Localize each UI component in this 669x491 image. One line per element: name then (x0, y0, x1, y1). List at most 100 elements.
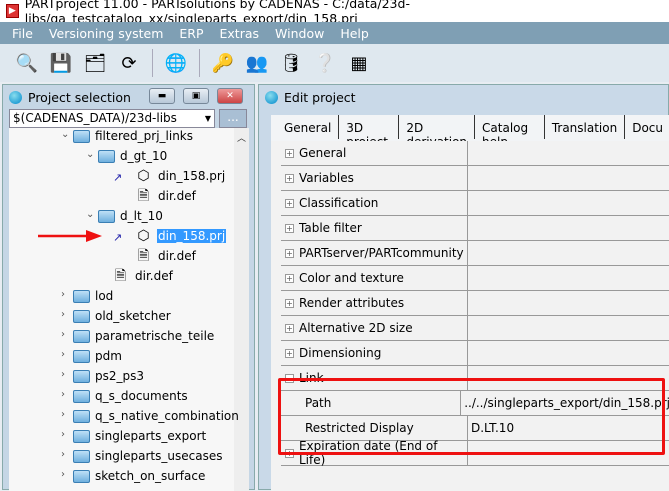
save-icon[interactable]: 💾 (48, 50, 74, 76)
red-arrow-annotation (38, 230, 102, 242)
property-row[interactable]: + Variables (281, 165, 669, 191)
property-label-cell: + Alternative 2D size (281, 315, 468, 341)
database-users-icon[interactable]: 👥 (244, 50, 270, 76)
chevron-down-icon[interactable]: ⌄ (61, 129, 69, 140)
property-label: Classification (299, 196, 379, 210)
tree-item-label: singleparts_usecases (95, 449, 223, 463)
chevron-down-icon[interactable]: ⌄ (86, 209, 94, 220)
maximize-button[interactable]: ▣ (183, 88, 209, 104)
property-row[interactable]: + Render attributes (281, 290, 669, 316)
expand-icon[interactable]: + (285, 248, 294, 258)
tree-item[interactable]: ps2_ps3 (73, 366, 145, 386)
database-help-icon[interactable]: ❔ (312, 50, 338, 76)
scrollbar[interactable]: ︿ (234, 128, 249, 491)
tab-3d-project[interactable]: 3D project (339, 115, 400, 149)
expand-icon[interactable]: + (285, 173, 294, 183)
property-row[interactable]: + General (281, 140, 669, 166)
property-row[interactable]: + Classification (281, 190, 669, 216)
tree-item[interactable]: ⬡ din_158.prj (136, 166, 226, 186)
property-row[interactable]: + Dimensioning (281, 340, 669, 366)
minimize-button[interactable]: ▬ (149, 88, 175, 104)
folder-icon (73, 369, 90, 383)
tree-item[interactable]: q_s_documents (73, 386, 189, 406)
chevron-down-icon[interactable]: ⌄ (86, 149, 94, 160)
property-row[interactable]: + PARTserver/PARTcommunity (281, 240, 669, 266)
database-icon[interactable]: 🛢 (278, 50, 304, 76)
chevron-right-icon[interactable]: › (61, 349, 65, 360)
table-icon[interactable]: ▦ (346, 50, 372, 76)
expand-icon[interactable]: + (285, 198, 294, 208)
tree-item-label: ps2_ps3 (95, 369, 145, 383)
tab-catalog-help[interactable]: Catalog help (475, 115, 545, 149)
menu-window[interactable]: Window (267, 26, 332, 41)
tab-docu[interactable]: Docu (625, 115, 669, 139)
menu-extras[interactable]: Extras (212, 26, 268, 41)
menu-versioning-system[interactable]: Versioning system (41, 26, 171, 41)
chevron-right-icon[interactable]: › (61, 409, 65, 420)
tree-item[interactable]: d_gt_10 (98, 146, 168, 166)
tree-item[interactable]: singleparts_usecases (73, 446, 223, 466)
tab-2d-derivation[interactable]: 2D derivation (399, 115, 476, 149)
path-combobox[interactable]: $(CADENAS_DATA)/23d-libs ▼ (9, 109, 215, 128)
chevron-right-icon[interactable]: › (61, 469, 65, 480)
folder-icon (73, 469, 90, 483)
link-arrow-icon: ↗ (113, 171, 123, 184)
chevron-right-icon[interactable]: › (61, 369, 65, 380)
tree-item-label: lod (95, 289, 114, 303)
property-row[interactable]: + Table filter (281, 215, 669, 241)
chevron-right-icon[interactable]: › (61, 289, 65, 300)
expand-icon[interactable]: + (285, 298, 294, 308)
tab-general[interactable]: General (277, 115, 340, 139)
expand-icon[interactable]: + (285, 348, 294, 358)
expand-icon[interactable]: + (285, 223, 294, 233)
property-label: Table filter (299, 221, 362, 235)
browse-button[interactable]: ... (219, 109, 247, 128)
property-label-cell: + Dimensioning (281, 340, 468, 366)
tree-item[interactable]: q_s_native_combination (73, 406, 240, 426)
toolbar: 🔍 💾 🗂 ⟳ 🌐 🔑 👥 🛢 ❔ ▦ (0, 44, 669, 82)
property-label-cell: + Variables (281, 165, 468, 191)
chevron-right-icon[interactable]: › (61, 449, 65, 460)
expand-icon[interactable]: + (285, 148, 294, 158)
tree-item-label: sketch_on_surface (95, 469, 206, 483)
tree-item[interactable]: parametrische_teile (73, 326, 215, 346)
chevron-right-icon[interactable]: › (61, 429, 65, 440)
chevron-right-icon[interactable]: › (61, 309, 65, 320)
refresh-icon[interactable]: ⟳ (116, 50, 142, 76)
tree-item[interactable]: lod (73, 286, 114, 306)
search-text-icon[interactable]: 🔍 (14, 50, 40, 76)
tree-item[interactable]: sketch_on_surface (73, 466, 206, 486)
tree-item[interactable]: filtered_prj_links (73, 128, 194, 146)
tab-translation[interactable]: Translation (545, 115, 626, 139)
menu-erp[interactable]: ERP (171, 26, 211, 41)
tree-item[interactable]: old_sketcher (73, 306, 172, 326)
tree-item[interactable]: 🗎 dir.def (136, 246, 197, 266)
chevron-right-icon[interactable]: › (61, 389, 65, 400)
property-row[interactable]: + Alternative 2D size (281, 315, 669, 341)
save-all-icon[interactable]: 🗂 (82, 50, 108, 76)
menu-file[interactable]: File (4, 26, 41, 41)
property-label: General (299, 146, 347, 160)
expand-icon[interactable]: + (285, 323, 294, 333)
globe-icon[interactable]: 🌐 (163, 50, 189, 76)
folder-icon (98, 209, 115, 223)
expand-icon[interactable]: + (285, 273, 294, 283)
close-button[interactable]: ✕ (217, 88, 243, 104)
tree-item[interactable]: pdm (73, 346, 123, 366)
app-icon: ▶ (6, 4, 19, 18)
property-row[interactable]: + Color and texture (281, 265, 669, 291)
tree-item[interactable]: singleparts_export (73, 426, 207, 446)
tree-item[interactable]: 🗎 dir.def (113, 266, 174, 286)
tree-item[interactable]: 🗎 dir.def (136, 186, 197, 206)
cube-icon: ⬡ (137, 228, 150, 244)
menu-help[interactable]: Help (332, 26, 377, 41)
project-tree: ︿ ⌄ filtered_prj_links ⌄ d_gt_10 ↗ ⬡ din_158.p… (9, 128, 249, 491)
tree-item[interactable]: d_lt_10 (98, 206, 164, 226)
tree-item-label: din_158.prj (157, 229, 227, 243)
tree-item-label: pdm (95, 349, 122, 363)
tree-item-label: dir.def (135, 269, 173, 283)
tree-item[interactable]: ⬡ din_158.prj (136, 226, 227, 246)
database-key-icon[interactable]: 🔑 (210, 50, 236, 76)
scroll-up-icon[interactable]: ︿ (237, 131, 246, 144)
chevron-right-icon[interactable]: › (61, 329, 65, 340)
